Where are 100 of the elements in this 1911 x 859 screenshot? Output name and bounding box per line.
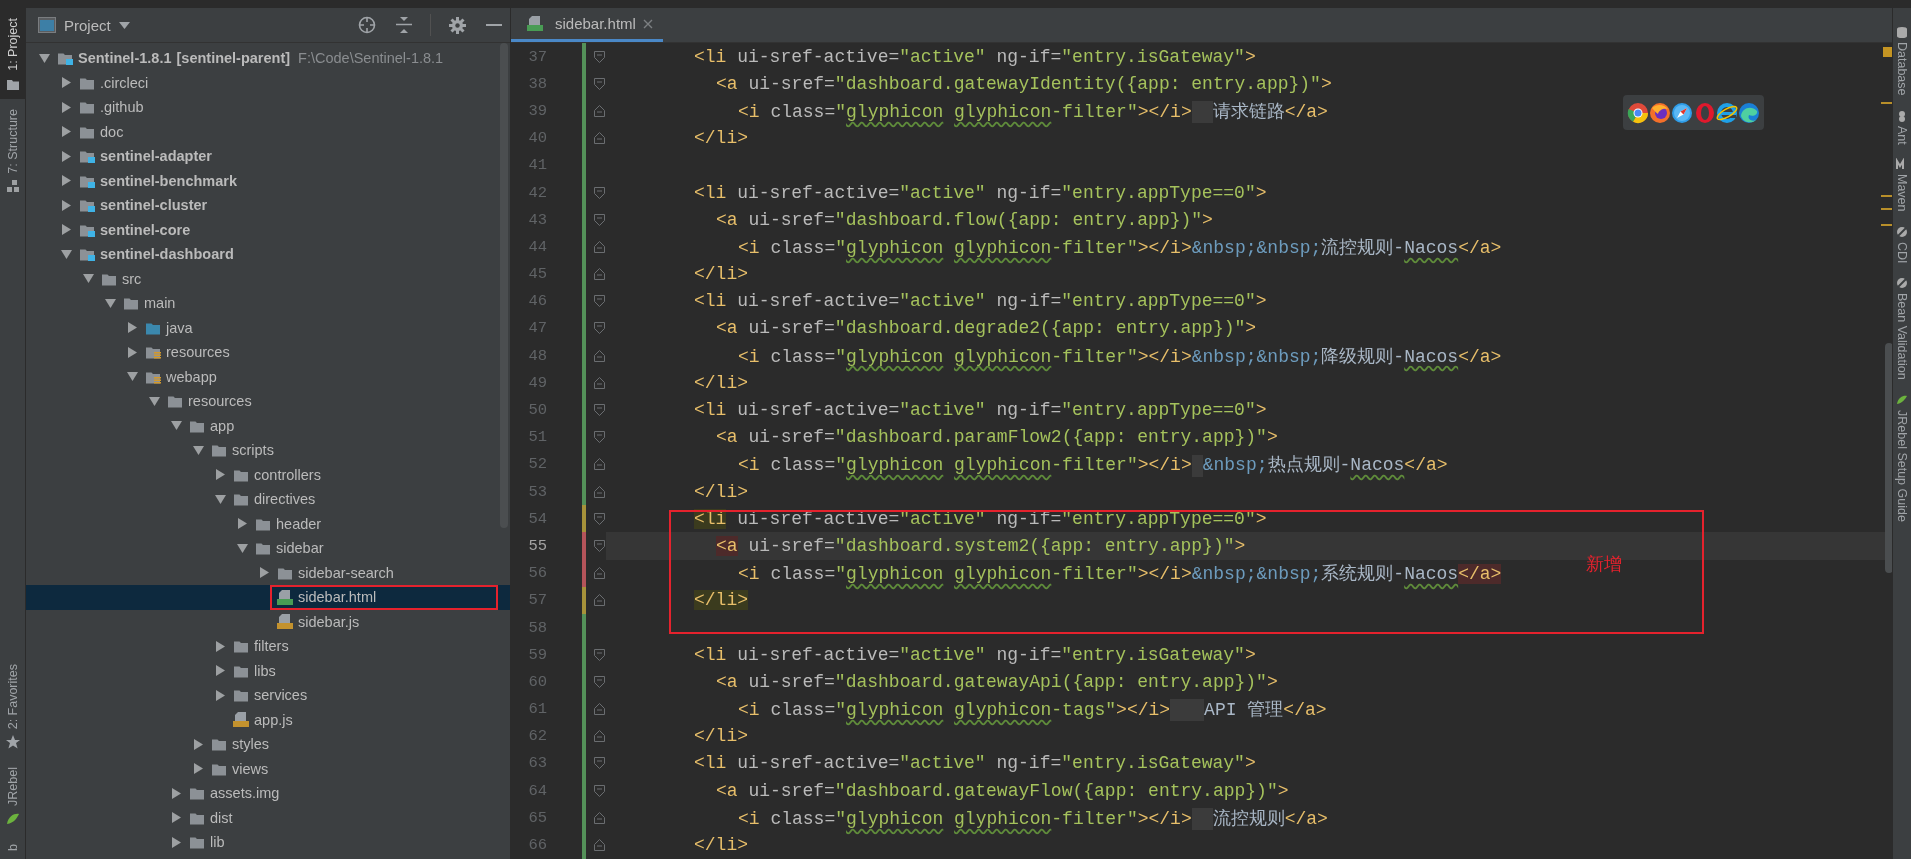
fold-marker-icon[interactable] <box>593 648 605 661</box>
scrollbar[interactable] <box>500 43 508 528</box>
crosshair-icon[interactable] <box>358 16 376 34</box>
tree-item-label[interactable]: resources <box>166 344 230 361</box>
tree-item-label[interactable]: sentinel-core <box>100 221 191 238</box>
collapse-all-icon[interactable] <box>396 16 412 34</box>
tool-window-button[interactable]: JRebel <box>0 757 25 835</box>
caret-right-icon[interactable] <box>213 469 227 481</box>
tree-item-label[interactable]: doc <box>100 123 124 140</box>
tree-item-label[interactable]: views <box>232 760 269 777</box>
tree-item-label[interactable]: services <box>254 687 308 704</box>
selected-tree-row[interactable]: sidebar.html <box>26 585 510 610</box>
caret-right-icon[interactable] <box>235 518 249 530</box>
fold-marker-icon[interactable] <box>593 132 605 145</box>
tree-item-label[interactable]: sentinel-dashboard <box>100 246 234 263</box>
tool-window-button[interactable]: 2: Favorites <box>0 653 25 758</box>
tool-window-button[interactable]: JRebel Setup Guide <box>1893 394 1911 522</box>
tree-item-label[interactable]: main <box>144 295 176 312</box>
browser-icon[interactable] <box>1737 101 1760 124</box>
tool-window-button[interactable]: 7: Structure <box>0 98 25 202</box>
tree-item-label[interactable]: header <box>276 515 322 532</box>
scroll-marker[interactable] <box>1881 195 1892 197</box>
tree-item-label[interactable]: sidebar-search <box>298 564 394 581</box>
tree-item-label[interactable]: sentinel-benchmark <box>100 172 237 189</box>
caret-right-icon[interactable] <box>213 665 227 677</box>
browser-icon[interactable] <box>1649 101 1672 124</box>
tree-item-label[interactable]: controllers <box>254 466 321 483</box>
caret-right-icon[interactable] <box>125 346 139 358</box>
caret-down-icon[interactable] <box>81 274 95 284</box>
fold-marker-icon[interactable] <box>593 458 605 471</box>
tree-item-label[interactable]: sidebar.js <box>298 613 360 630</box>
settings-icon[interactable] <box>449 16 466 34</box>
tree-item-label[interactable]: filters <box>254 638 289 655</box>
tool-window-button[interactable]: 1: Project <box>0 8 25 99</box>
caret-down-icon[interactable] <box>37 53 51 63</box>
tree-item-label[interactable]: assets.img <box>210 785 280 802</box>
fold-marker-icon[interactable] <box>593 730 605 743</box>
caret-down-icon[interactable] <box>147 396 161 406</box>
tree-item-label[interactable]: dist <box>210 809 233 826</box>
tree-item-label[interactable]: sentinel-cluster <box>100 197 208 214</box>
caret-down-icon[interactable] <box>103 298 117 308</box>
fold-marker-icon[interactable] <box>593 594 605 607</box>
caret-down-icon[interactable] <box>59 249 73 259</box>
fold-marker-icon[interactable] <box>593 295 605 308</box>
browser-icon[interactable] <box>1715 101 1738 124</box>
tree-item-label[interactable]: styles <box>232 736 270 753</box>
fold-marker-icon[interactable] <box>593 784 605 797</box>
caret-right-icon[interactable] <box>169 787 183 799</box>
caret-right-icon[interactable] <box>59 126 73 138</box>
fold-marker-icon[interactable] <box>593 240 605 253</box>
panel-title[interactable]: Project <box>64 16 111 34</box>
fold-marker-icon[interactable] <box>593 567 605 580</box>
browser-icon[interactable] <box>1627 101 1650 124</box>
fold-marker-icon[interactable] <box>593 675 605 688</box>
caret-right-icon[interactable] <box>59 224 73 236</box>
tool-window-button[interactable]: CDI <box>1893 225 1911 264</box>
caret-right-icon[interactable] <box>59 101 73 113</box>
tree-item-label[interactable]: .github <box>100 99 144 116</box>
tree-item-label[interactable]: scripts <box>232 442 274 459</box>
tree-item-label[interactable]: sidebar <box>276 540 324 557</box>
caret-down-icon[interactable] <box>213 494 227 504</box>
fold-marker-icon[interactable] <box>593 322 605 335</box>
fold-marker-icon[interactable] <box>593 512 605 525</box>
caret-down-icon[interactable] <box>118 21 130 29</box>
tool-window-button[interactable]: Database <box>1893 26 1911 96</box>
caret-down-icon[interactable] <box>125 372 139 382</box>
fold-marker-icon[interactable] <box>593 485 605 498</box>
fold-marker-icon[interactable] <box>593 757 605 770</box>
caret-right-icon[interactable] <box>59 150 73 162</box>
fold-marker-icon[interactable] <box>593 50 605 63</box>
tool-window-button[interactable]: Maven <box>1893 158 1911 212</box>
fold-marker-icon[interactable] <box>593 186 605 199</box>
tool-window-button[interactable]: Bean Validation <box>1893 277 1911 380</box>
tree-item-label[interactable]: Sentinel-1.8.1 <box>78 50 172 67</box>
warning-marker[interactable] <box>1883 47 1892 57</box>
tool-window-button[interactable]: Ant <box>1893 109 1911 145</box>
tree-item-label[interactable]: src <box>122 270 142 287</box>
caret-right-icon[interactable] <box>213 640 227 652</box>
scroll-marker[interactable] <box>1881 224 1892 226</box>
scroll-marker[interactable] <box>1881 208 1892 210</box>
fold-marker-icon[interactable] <box>593 539 605 552</box>
fold-marker-icon[interactable] <box>593 349 605 362</box>
tree-item-label[interactable]: sidebar.html <box>298 589 377 606</box>
caret-right-icon[interactable] <box>125 322 139 334</box>
browser-icon[interactable] <box>1671 101 1694 124</box>
caret-down-icon[interactable] <box>235 543 249 553</box>
tree-item-label[interactable]: resources <box>188 393 252 410</box>
fold-marker-icon[interactable] <box>593 104 605 117</box>
caret-right-icon[interactable] <box>59 77 73 89</box>
close-icon[interactable] <box>642 18 653 29</box>
tree-item-label[interactable]: app.js <box>254 711 293 728</box>
fold-marker-icon[interactable] <box>593 268 605 281</box>
fold-marker-icon[interactable] <box>593 77 605 90</box>
fold-marker-icon[interactable] <box>593 213 605 226</box>
fold-marker-icon[interactable] <box>593 404 605 417</box>
caret-right-icon[interactable] <box>191 763 205 775</box>
caret-right-icon[interactable] <box>257 567 271 579</box>
tool-window-button[interactable]: b <box>0 834 25 859</box>
caret-right-icon[interactable] <box>213 689 227 701</box>
caret-down-icon[interactable] <box>169 421 183 431</box>
